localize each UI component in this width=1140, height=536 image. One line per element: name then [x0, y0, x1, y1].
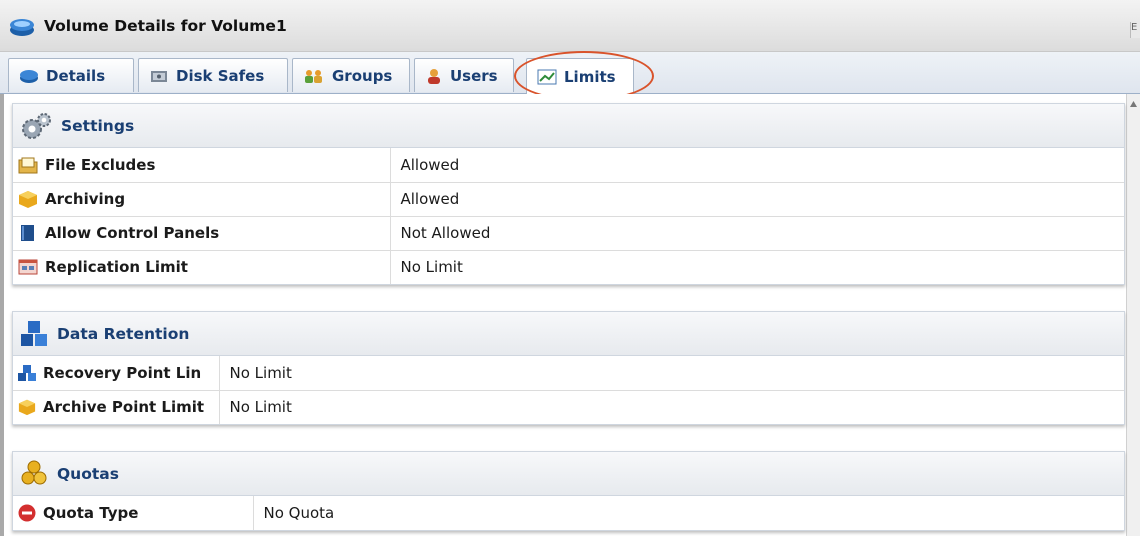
- row-value: Allowed: [390, 148, 1124, 183]
- row-label-cell: Quota Type: [13, 496, 254, 530]
- tab-label: Limits: [564, 67, 616, 86]
- data-retention-header: Data Retention: [13, 312, 1124, 356]
- control-panel-book-icon: [21, 225, 34, 241]
- tab-label: Groups: [332, 66, 393, 85]
- tab-groups[interactable]: Groups: [292, 58, 410, 92]
- recovery-cubes-icon: [18, 364, 36, 381]
- tab-limits[interactable]: Limits: [526, 58, 634, 94]
- table-row: Replication Limit No Limit: [13, 250, 1124, 284]
- quotas-header: Quotas: [13, 452, 1124, 496]
- row-label: Archive Point Limit: [43, 398, 205, 417]
- table-row: File Excludes Allowed: [13, 148, 1124, 183]
- window-corner-button[interactable]: E: [1130, 22, 1140, 38]
- tab-disk-safes[interactable]: Disk Safes: [138, 58, 288, 92]
- quotas-table: Quota Type No Quota: [13, 496, 1124, 530]
- row-label: Quota Type: [43, 504, 139, 522]
- replication-icon: [18, 259, 38, 275]
- data-retention-title: Data Retention: [57, 324, 190, 343]
- row-label-cell: Allow Control Panels: [13, 216, 391, 251]
- settings-header: Settings: [13, 104, 1124, 148]
- vertical-scrollbar[interactable]: [1126, 94, 1140, 536]
- tab-strip: Details Disk Safes Groups Users Limits: [0, 52, 1140, 94]
- table-row: Allow Control Panels Not Allowed: [13, 216, 1124, 251]
- quotas-title: Quotas: [57, 464, 119, 483]
- window-title: Volume Details for Volume1: [44, 16, 287, 35]
- no-entry-icon: [18, 504, 36, 522]
- disk-safe-icon: [151, 70, 167, 82]
- gears-icon: [22, 112, 51, 139]
- cubes-icon: [21, 320, 47, 346]
- chart-icon: [537, 69, 557, 84]
- table-row: Quota Type No Quota: [13, 496, 1124, 530]
- row-value: No Limit: [219, 356, 1124, 391]
- row-value: Not Allowed: [390, 216, 1124, 251]
- window-title-bar: Volume Details for Volume1 E: [0, 0, 1140, 52]
- row-label: Allow Control Panels: [45, 224, 220, 242]
- settings-title: Settings: [61, 116, 135, 135]
- row-label-cell: Archive Point Limit: [13, 390, 220, 424]
- data-retention-table: Recovery Point Lin No Limit Archive Poin…: [13, 356, 1124, 424]
- user-icon: [428, 68, 440, 84]
- scroll-up-arrow-icon[interactable]: [1129, 100, 1138, 108]
- volume-icon: [20, 69, 38, 83]
- row-value: Allowed: [390, 182, 1124, 217]
- volume-icon: [10, 18, 34, 36]
- tab-details[interactable]: Details: [8, 58, 134, 92]
- tab-users[interactable]: Users: [414, 58, 514, 92]
- table-row: Recovery Point Lin No Limit: [13, 356, 1124, 391]
- tab-label: Details: [46, 66, 106, 85]
- row-label: Replication Limit: [45, 258, 188, 277]
- table-row: Archiving Allowed: [13, 182, 1124, 217]
- settings-table: File Excludes Allowed Archiving Allowed …: [13, 148, 1124, 284]
- settings-panel: Settings File Excludes Allowed Archiving…: [12, 103, 1125, 285]
- archive-cube-icon: [18, 400, 36, 416]
- row-label: Recovery Point Lin: [43, 363, 202, 382]
- data-retention-panel: Data Retention Recovery Point Lin No Lim…: [12, 311, 1125, 425]
- folder-icon: [18, 157, 38, 174]
- row-label: File Excludes: [45, 155, 156, 174]
- tab-label: Users: [450, 66, 498, 85]
- quotas-panel: Quotas Quota Type No Quota: [12, 451, 1125, 531]
- row-value: No Limit: [229, 398, 292, 417]
- coins-icon: [21, 460, 47, 484]
- groups-icon: [305, 69, 322, 83]
- row-label-cell: Archiving: [13, 182, 391, 217]
- archive-cube-icon: [19, 191, 37, 208]
- row-value: No Limit: [400, 258, 463, 277]
- row-label-cell: File Excludes: [13, 148, 391, 183]
- row-label-cell: Recovery Point Lin: [13, 356, 220, 391]
- table-row: Archive Point Limit No Limit: [13, 390, 1124, 424]
- tab-label: Disk Safes: [176, 66, 265, 85]
- row-value: No Quota: [263, 504, 335, 522]
- row-label: Archiving: [45, 190, 126, 208]
- row-label-cell: Replication Limit: [13, 250, 391, 284]
